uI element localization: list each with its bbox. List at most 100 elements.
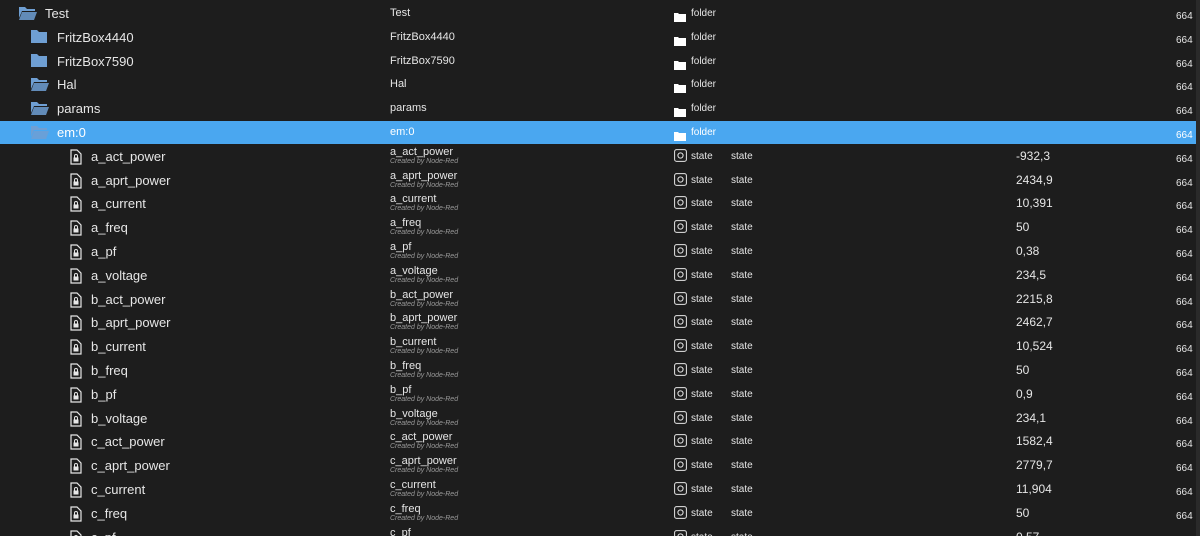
acl-value[interactable]: 664 [1176,53,1193,76]
file-lock-icon[interactable] [70,529,82,536]
tree-row[interactable]: em:0 em:0 folder 664 [0,121,1200,144]
state-value[interactable]: 2779,7 [1016,454,1053,477]
tree-row[interactable]: c_freq c_freq Created by Node-Red state stat… [0,502,1200,525]
acl-value[interactable]: 664 [1176,386,1193,409]
tree-row[interactable]: b_current b_current Created by Node-Red sta… [0,335,1200,358]
tree-row[interactable]: FritzBox7590 FritzBox7590 folder 664 [0,50,1200,73]
file-lock-icon[interactable] [70,315,82,336]
tree-row[interactable]: a_freq a_freq Created by Node-Red state stat… [0,216,1200,239]
object-description: Created by Node-Red [390,157,459,165]
file-lock-icon[interactable] [70,291,82,313]
tree-row[interactable]: b_act_power b_act_power Created by Node-Re… [0,288,1200,311]
tree-row[interactable]: a_aprt_power a_aprt_power Created by Node-… [0,169,1200,192]
acl-value[interactable]: 664 [1176,172,1193,195]
acl-value[interactable]: 664 [1176,267,1193,290]
object-description: Created by Node-Red [390,181,459,189]
object-type: folder [691,103,717,115]
state-value[interactable]: 1582,4 [1016,430,1053,453]
acl-value[interactable]: 664 [1176,410,1193,433]
file-lock-icon[interactable] [70,387,82,408]
object-id: b_current [91,339,146,355]
acl-value[interactable]: 664 [1176,100,1193,123]
tree-row[interactable]: FritzBox4440 FritzBox4440 folder 664 [0,26,1200,49]
tree-row[interactable]: params params folder 664 [0,97,1200,120]
state-value[interactable]: 0,38 [1016,240,1039,263]
acl-value[interactable]: 664 [1176,457,1193,480]
acl-value[interactable]: 664 [1176,362,1193,385]
tree-row[interactable]: Hal Hal folder 664 [0,73,1200,96]
tree-row[interactable]: a_act_power a_act_power Created by Node-Re… [0,145,1200,168]
state-value[interactable]: 234,1 [1016,407,1046,430]
file-lock-icon[interactable] [70,339,82,360]
object-type: state [691,198,713,210]
state-value[interactable]: 2215,8 [1016,288,1053,311]
acl-value[interactable]: 664 [1176,529,1193,536]
state-icon [674,529,687,536]
file-lock-icon[interactable] [70,458,82,479]
file-lock-icon[interactable] [70,244,82,265]
tree-row[interactable]: a_voltage a_voltage Created by Node-Red sta… [0,264,1200,287]
tree-row[interactable]: b_voltage b_voltage Created by Node-Red sta… [0,407,1200,430]
file-lock-icon[interactable] [70,410,82,432]
acl-value[interactable]: 664 [1176,148,1193,171]
tree-row[interactable]: c_aprt_power c_aprt_power Created by Node-… [0,454,1200,477]
state-icon [674,196,687,214]
file-lock-icon[interactable] [70,363,82,384]
file-lock-icon[interactable] [70,149,82,170]
state-value[interactable]: -932,3 [1016,145,1050,168]
state-value[interactable]: 50 [1016,216,1029,239]
tree-row[interactable]: a_pf a_pf Created by Node-Red state state 0,3… [0,240,1200,263]
state-value[interactable]: 2434,9 [1016,169,1053,192]
acl-value[interactable]: 664 [1176,124,1193,147]
object-id: FritzBox7590 [57,53,134,69]
state-value[interactable]: 0,57 [1016,526,1039,536]
file-lock-icon[interactable] [70,268,82,289]
tree-row[interactable]: b_aprt_power b_aprt_power Created by Node-… [0,311,1200,334]
acl-value[interactable]: 664 [1176,76,1193,99]
tree-row[interactable]: Test Test folder 664 [0,2,1200,25]
folder-open-icon[interactable] [30,100,50,121]
object-type: state [691,293,713,305]
acl-value[interactable]: 664 [1176,5,1193,28]
folder-open-icon[interactable] [30,124,50,145]
acl-value[interactable]: 664 [1176,338,1193,361]
tree-row[interactable]: c_current c_current Created by Node-Red sta… [0,478,1200,501]
state-value[interactable]: 50 [1016,359,1029,382]
acl-value[interactable]: 664 [1176,29,1193,52]
folder-open-icon[interactable] [18,5,38,26]
folder-icon [674,57,686,75]
scrollbar[interactable] [1196,0,1200,536]
acl-value[interactable]: 664 [1176,481,1193,504]
state-value[interactable]: 10,391 [1016,192,1053,215]
object-type: state [691,484,713,495]
acl-value[interactable]: 664 [1176,243,1193,266]
acl-value[interactable]: 664 [1176,291,1193,314]
file-lock-icon[interactable] [70,220,82,241]
state-value[interactable]: 234,5 [1016,264,1046,287]
state-value[interactable]: 0,9 [1016,383,1033,406]
folder-icon[interactable] [30,53,48,73]
file-lock-icon[interactable] [70,434,82,455]
file-lock-icon[interactable] [70,482,82,503]
tree-row[interactable]: b_freq b_freq Created by Node-Red state stat… [0,359,1200,382]
folder-icon[interactable] [30,29,48,49]
tree-row[interactable]: b_pf b_pf Created by Node-Red state state 0,9… [0,383,1200,406]
acl-value[interactable]: 664 [1176,314,1193,337]
file-lock-icon[interactable] [70,506,82,527]
tree-row[interactable]: a_current a_current Created by Node-Red sta… [0,192,1200,215]
state-value[interactable]: 10,524 [1016,335,1053,358]
acl-value[interactable]: 664 [1176,195,1193,218]
object-role: state [731,317,753,329]
acl-value[interactable]: 664 [1176,505,1193,528]
tree-row[interactable]: c_pfc_pfCreated by Node-Redstatestate0,5… [0,526,1200,536]
state-value[interactable]: 2462,7 [1016,311,1053,334]
file-lock-icon[interactable] [70,172,82,194]
object-id: a_pf [91,244,117,259]
tree-row[interactable]: c_act_power c_act_power Created by Node-Re… [0,430,1200,453]
folder-open-icon[interactable] [30,76,50,97]
acl-value[interactable]: 664 [1176,219,1193,242]
state-value[interactable]: 50 [1016,502,1029,525]
state-value[interactable]: 11,904 [1016,478,1052,501]
file-lock-icon[interactable] [70,196,82,217]
acl-value[interactable]: 664 [1176,433,1193,456]
